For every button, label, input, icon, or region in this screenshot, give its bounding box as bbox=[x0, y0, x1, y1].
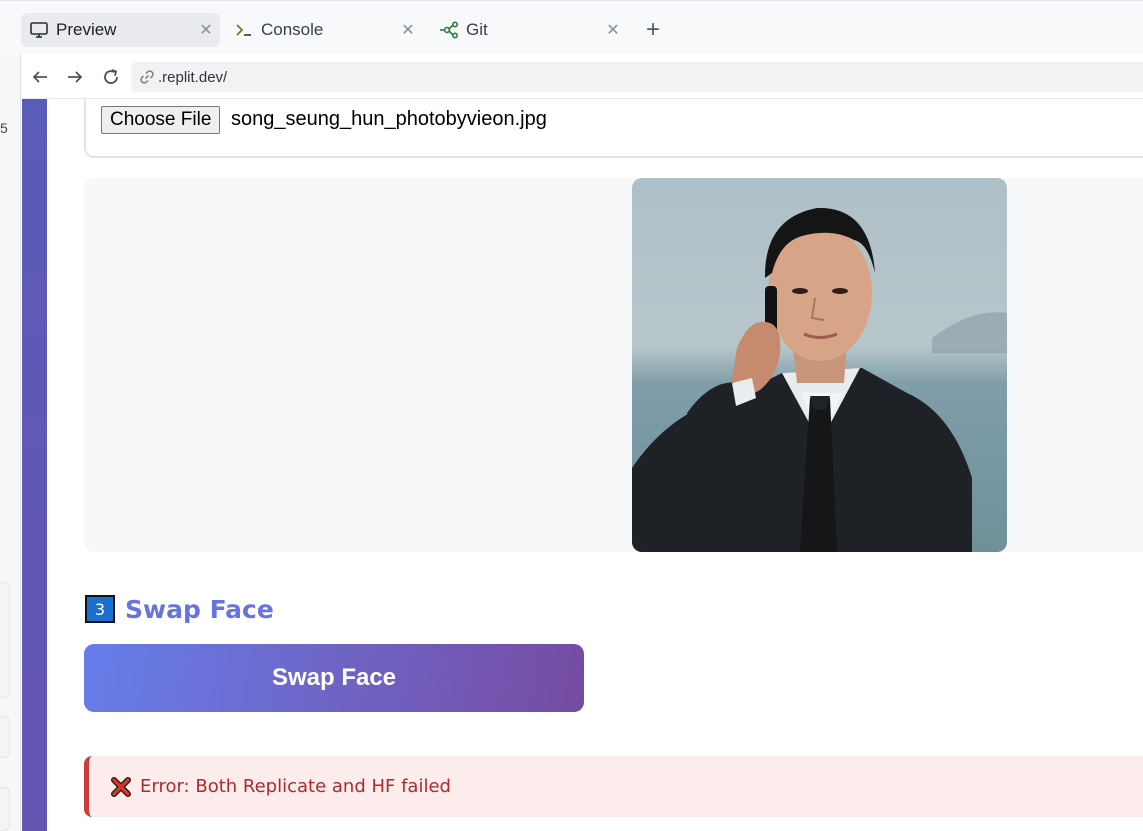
terminal-icon bbox=[234, 20, 254, 40]
selected-file-name: song_seung_hun_photobyvieon.jpg bbox=[231, 108, 547, 130]
tab-preview[interactable]: Preview ✕ bbox=[21, 13, 220, 47]
close-icon[interactable]: ✕ bbox=[196, 20, 216, 40]
tab-git[interactable]: Git ✕ bbox=[431, 13, 627, 47]
step-heading: 3 Swap Face bbox=[85, 594, 274, 624]
side-panel-card bbox=[0, 787, 10, 831]
error-alert: Error: Both Replicate and HF failed bbox=[84, 756, 1143, 817]
add-tab-button[interactable]: + bbox=[641, 16, 665, 43]
choose-file-button[interactable]: Choose File bbox=[101, 106, 221, 134]
reload-icon bbox=[104, 69, 118, 84]
cross-mark-icon bbox=[110, 776, 132, 798]
monitor-icon bbox=[29, 20, 49, 40]
reload-button[interactable] bbox=[99, 65, 123, 89]
url-text: .replit.dev/ bbox=[158, 68, 228, 86]
page-viewport: Choose File song_seung_hun_photobyvieon.… bbox=[22, 99, 1143, 831]
arrow-left-icon bbox=[32, 71, 47, 83]
workspace-tab-bar: Preview ✕ Console ✕ Git ✕ + bbox=[0, 0, 1143, 54]
error-message: Error: Both Replicate and HF failed bbox=[140, 776, 451, 797]
page-background-edge bbox=[22, 99, 47, 831]
image-preview-area bbox=[84, 178, 1143, 552]
tab-console[interactable]: Console ✕ bbox=[226, 13, 422, 47]
side-panel-card bbox=[0, 582, 10, 698]
side-panel-card bbox=[0, 716, 10, 758]
upload-card: Choose File song_seung_hun_photobyvieon.… bbox=[84, 99, 1143, 158]
git-icon bbox=[439, 20, 459, 40]
browser-toolbar: .replit.dev/ bbox=[22, 55, 1143, 99]
side-panel-glyph: 5 bbox=[0, 120, 8, 136]
uploaded-photo bbox=[632, 178, 1007, 552]
forward-button[interactable] bbox=[63, 65, 87, 89]
arrow-right-icon bbox=[68, 71, 83, 83]
tab-label: Preview bbox=[56, 20, 117, 39]
step-title: Swap Face bbox=[125, 594, 274, 624]
url-input[interactable]: .replit.dev/ bbox=[131, 62, 1143, 92]
back-button[interactable] bbox=[28, 65, 52, 89]
side-panel-edge: 5 bbox=[0, 54, 21, 831]
link-icon bbox=[139, 69, 155, 85]
close-icon[interactable]: ✕ bbox=[398, 20, 418, 40]
swap-face-button[interactable]: Swap Face bbox=[84, 644, 584, 712]
step-number-badge: 3 bbox=[85, 595, 115, 623]
tab-label: Console bbox=[261, 20, 324, 39]
close-icon[interactable]: ✕ bbox=[603, 20, 623, 40]
tab-label: Git bbox=[466, 20, 488, 39]
